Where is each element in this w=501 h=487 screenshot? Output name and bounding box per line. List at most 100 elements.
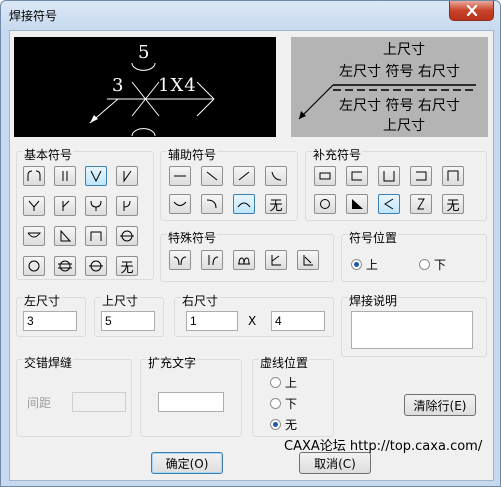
special-flare-bevel-button[interactable] bbox=[201, 250, 223, 270]
supp-three-side-button[interactable] bbox=[346, 166, 368, 186]
auxiliary-symbols-group: 辅助符号 无 bbox=[160, 146, 298, 221]
left-size-input[interactable] bbox=[23, 311, 77, 331]
supp-u-side-button[interactable] bbox=[378, 166, 400, 186]
top-size-group: 上尺寸 bbox=[94, 292, 164, 337]
basic-fillet-button[interactable] bbox=[54, 226, 76, 246]
aux-curve-corner-button[interactable] bbox=[201, 194, 223, 214]
seam-single-icon bbox=[89, 260, 103, 272]
aux-concave-button[interactable] bbox=[169, 194, 191, 214]
seam-double-icon bbox=[58, 260, 72, 272]
plug-weld-icon bbox=[90, 231, 102, 241]
basic-seam-single-button[interactable] bbox=[85, 256, 107, 276]
v-butt-icon bbox=[90, 170, 102, 183]
top-size-label: 上尺寸 bbox=[101, 292, 140, 309]
basic-bevel-butt-button[interactable] bbox=[116, 166, 138, 186]
basic-plug-button[interactable] bbox=[85, 226, 107, 246]
special-edge-button[interactable] bbox=[233, 250, 255, 270]
basic-bevel-root-button[interactable] bbox=[54, 196, 76, 216]
supplementary-symbols-label: 补充符号 bbox=[312, 146, 363, 163]
extend-text-input[interactable] bbox=[158, 392, 224, 412]
right-size-b-input[interactable] bbox=[271, 311, 325, 331]
flange-butt-icon bbox=[27, 170, 41, 181]
i-butt-icon bbox=[62, 171, 68, 181]
dashed-down-radio[interactable]: 下 bbox=[270, 395, 297, 412]
weld-note-input[interactable] bbox=[351, 311, 473, 349]
basic-i-butt-button[interactable] bbox=[54, 166, 76, 186]
three-side-icon bbox=[351, 171, 362, 181]
extend-text-group: 扩充文字 bbox=[140, 354, 242, 437]
aux-flat-slant-button[interactable] bbox=[201, 166, 223, 186]
special-corner-button[interactable] bbox=[297, 250, 319, 270]
symbol-position-up-radio[interactable]: 上 bbox=[351, 256, 378, 273]
symbol-position-label: 符号位置 bbox=[348, 229, 399, 246]
basic-none-button[interactable]: 无 bbox=[116, 256, 138, 276]
supp-none-label: 无 bbox=[446, 198, 460, 214]
special-symbols-group: 特殊符号 bbox=[160, 229, 334, 282]
left-size-group: 左尺寸 bbox=[16, 292, 86, 337]
rectangle-icon bbox=[319, 172, 331, 180]
basic-flange-butt-button[interactable] bbox=[23, 166, 45, 186]
clear-row-button[interactable]: 清除行(E) bbox=[404, 394, 476, 416]
weld-symbol-dialog: 焊接符号 5 3 1X4 上尺寸 左尺寸 符号 右尺寸 左尺寸 符号 右尺寸 上… bbox=[0, 0, 501, 487]
special-step-button[interactable] bbox=[265, 250, 287, 270]
symbol-position-group: 符号位置 上 下 bbox=[341, 229, 487, 282]
supp-flag-button[interactable] bbox=[346, 194, 368, 214]
aux-convex-button[interactable] bbox=[233, 194, 255, 214]
slant-up-icon bbox=[238, 171, 250, 181]
supplementary-symbols-group: 补充符号 无 bbox=[305, 146, 487, 221]
dashed-position-label: 虚线位置 bbox=[259, 354, 310, 371]
cancel-button[interactable]: 取消(C) bbox=[299, 452, 371, 474]
aux-none-button[interactable]: 无 bbox=[265, 194, 287, 214]
dashed-none-label: 无 bbox=[285, 418, 298, 432]
concave-icon bbox=[173, 201, 187, 206]
convex-icon bbox=[237, 202, 251, 208]
dashed-down-label: 下 bbox=[285, 397, 298, 411]
aux-flat-button[interactable] bbox=[169, 166, 191, 186]
supp-z-button[interactable] bbox=[410, 194, 432, 214]
basic-seam-button[interactable] bbox=[23, 256, 45, 276]
basic-backing-button[interactable] bbox=[23, 226, 45, 246]
basic-y-butt-button[interactable] bbox=[23, 196, 45, 216]
supp-circle-button[interactable] bbox=[314, 194, 336, 214]
supp-right-side-button[interactable] bbox=[410, 166, 432, 186]
special-flare-v-button[interactable] bbox=[169, 250, 191, 270]
title-bar: 焊接符号 bbox=[1, 1, 500, 29]
close-button[interactable] bbox=[449, 1, 494, 21]
legend-lower-row: 左尺寸 符号 右尺寸 bbox=[339, 98, 460, 114]
basic-j-butt-button[interactable] bbox=[116, 196, 138, 216]
window-title: 焊接符号 bbox=[9, 9, 58, 23]
auxiliary-symbols-label: 辅助符号 bbox=[167, 146, 218, 163]
j-butt-icon bbox=[123, 200, 131, 211]
supp-none-button[interactable]: 无 bbox=[442, 194, 464, 214]
radio-dot bbox=[270, 419, 281, 430]
right-size-a-input[interactable] bbox=[186, 311, 238, 331]
right-size-group: 右尺寸 X bbox=[174, 292, 334, 337]
layout-legend: 上尺寸 左尺寸 符号 右尺寸 左尺寸 符号 右尺寸 上尺寸 bbox=[291, 37, 488, 137]
supp-rect-button[interactable] bbox=[314, 166, 336, 186]
symbol-position-down-radio[interactable]: 下 bbox=[419, 256, 446, 273]
watermark-text: CAXA论坛 http://top.caxa.com/ bbox=[284, 439, 483, 454]
dialog-body: 5 3 1X4 上尺寸 左尺寸 符号 右尺寸 左尺寸 符号 右尺寸 上尺寸 基本… bbox=[9, 30, 494, 481]
spacing-input[interactable] bbox=[72, 392, 126, 412]
spot-weld-icon bbox=[120, 230, 134, 242]
top-size-input[interactable] bbox=[101, 311, 155, 331]
legend-upper-top: 上尺寸 bbox=[383, 42, 425, 58]
legend-lower-bottom: 上尺寸 bbox=[383, 118, 425, 134]
supp-top-side-button[interactable] bbox=[442, 166, 464, 186]
seam-weld-icon bbox=[28, 260, 40, 272]
u-side-icon bbox=[383, 171, 395, 182]
ok-button[interactable]: 确定(O) bbox=[151, 452, 223, 474]
aux-curve-down-button[interactable] bbox=[265, 166, 287, 186]
basic-u-butt-button[interactable] bbox=[85, 196, 107, 216]
basic-seam-double-button[interactable] bbox=[54, 256, 76, 276]
dashed-none-radio[interactable]: 无 bbox=[270, 416, 297, 433]
step-weld-icon bbox=[271, 255, 281, 266]
special-symbols-label: 特殊符号 bbox=[167, 229, 218, 246]
basic-v-butt-button[interactable] bbox=[85, 166, 107, 186]
right-size-times: X bbox=[248, 314, 257, 328]
basic-spot-button[interactable] bbox=[116, 226, 138, 246]
dashed-up-radio[interactable]: 上 bbox=[270, 374, 297, 391]
supp-chevron-button[interactable] bbox=[378, 194, 400, 214]
aux-slant-up-button[interactable] bbox=[233, 166, 255, 186]
basic-symbols-group: 基本符号 无 bbox=[16, 146, 154, 280]
